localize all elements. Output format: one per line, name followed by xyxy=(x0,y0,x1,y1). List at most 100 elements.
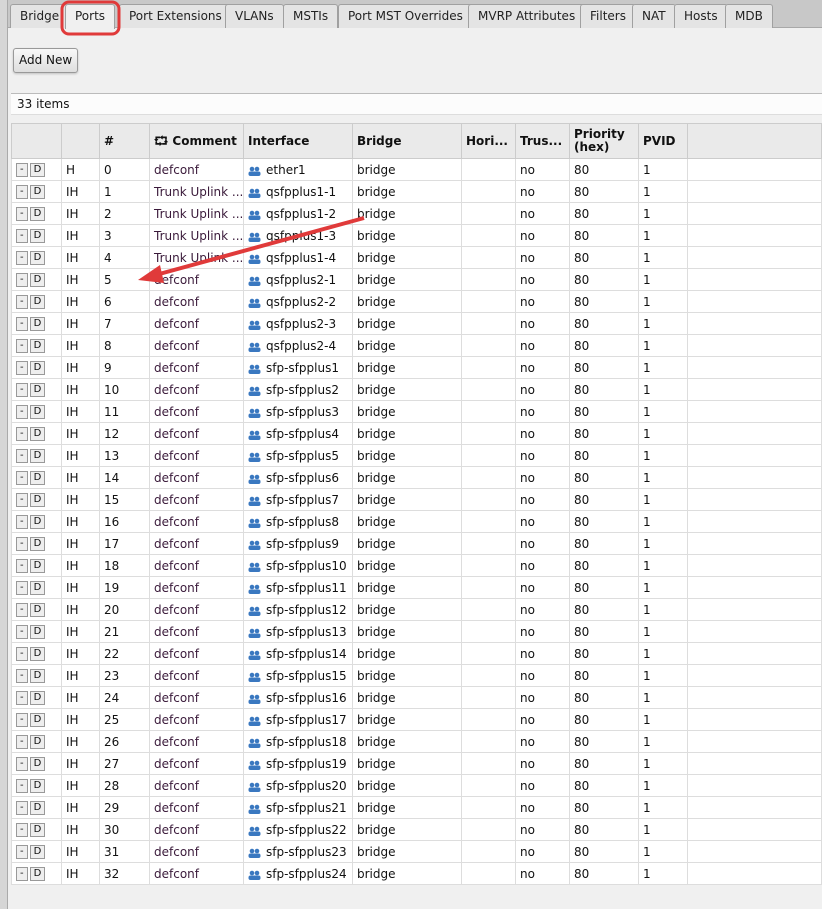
detail-button[interactable]: D xyxy=(29,404,46,419)
column-header[interactable]: Trus... xyxy=(515,123,570,159)
detail-button[interactable]: D xyxy=(29,294,46,309)
table-row[interactable]: - D IH 30 defconf sfp-sfpplus22 bridge no 80 1 xyxy=(11,818,822,841)
tab-mvrp-attributes[interactable]: MVRP Attributes xyxy=(468,4,586,28)
column-header[interactable]: Hori... xyxy=(461,123,516,159)
tab-hosts[interactable]: Hosts xyxy=(674,4,728,28)
disable-button[interactable]: - xyxy=(16,536,28,551)
disable-button[interactable]: - xyxy=(16,228,28,243)
disable-button[interactable]: - xyxy=(16,316,28,331)
disable-button[interactable]: - xyxy=(16,844,28,859)
disable-button[interactable]: - xyxy=(16,800,28,815)
detail-button[interactable]: D xyxy=(29,866,46,881)
table-row[interactable]: - D IH 11 defconf sfp-sfpplus3 bridge no 80 1 xyxy=(11,400,822,423)
table-row[interactable]: - D IH 8 defconf qsfpplus2-4 bridge no 80 1 xyxy=(11,334,822,357)
detail-button[interactable]: D xyxy=(29,844,46,859)
disable-button[interactable]: - xyxy=(16,734,28,749)
table-row[interactable]: - D IH 27 defconf sfp-sfpplus19 bridge no 80 1 xyxy=(11,752,822,775)
disable-button[interactable]: - xyxy=(16,162,28,177)
detail-button[interactable]: D xyxy=(29,580,46,595)
table-row[interactable]: - D IH 10 defconf sfp-sfpplus2 bridge no 80 1 xyxy=(11,378,822,401)
disable-button[interactable]: - xyxy=(16,778,28,793)
tab-mdb[interactable]: MDB xyxy=(725,4,773,28)
disable-button[interactable]: - xyxy=(16,492,28,507)
table-row[interactable]: - D IH 15 defconf sfp-sfpplus7 bridge no 80 1 xyxy=(11,488,822,511)
disable-button[interactable]: - xyxy=(16,294,28,309)
table-row[interactable]: - D IH 32 defconf sfp-sfpplus24 bridge no 80 1 xyxy=(11,862,822,885)
tab-port-extensions[interactable]: Port Extensions xyxy=(119,4,232,28)
detail-button[interactable]: D xyxy=(29,206,46,221)
disable-button[interactable]: - xyxy=(16,646,28,661)
detail-button[interactable]: D xyxy=(29,536,46,551)
column-header[interactable]: PVID xyxy=(638,123,688,159)
detail-button[interactable]: D xyxy=(29,162,46,177)
disable-button[interactable]: - xyxy=(16,272,28,287)
disable-button[interactable]: - xyxy=(16,404,28,419)
detail-button[interactable]: D xyxy=(29,712,46,727)
disable-button[interactable]: - xyxy=(16,426,28,441)
table-row[interactable]: - D H 0 defconf ether1 bridge no 80 1 xyxy=(11,158,822,181)
tab-nat[interactable]: NAT xyxy=(632,4,676,28)
detail-button[interactable]: D xyxy=(29,316,46,331)
column-header[interactable]: # xyxy=(99,123,150,159)
table-row[interactable]: - D IH 29 defconf sfp-sfpplus21 bridge no 80 1 xyxy=(11,796,822,819)
table-row[interactable]: - D IH 18 defconf sfp-sfpplus10 bridge no 80 1 xyxy=(11,554,822,577)
table-row[interactable]: - D IH 1 Trunk Uplink ... qsfpplus1-1 bridge no… xyxy=(11,180,822,203)
table-row[interactable]: - D IH 12 defconf sfp-sfpplus4 bridge no 80 1 xyxy=(11,422,822,445)
disable-button[interactable]: - xyxy=(16,250,28,265)
tab-ports[interactable]: Ports xyxy=(65,4,116,29)
table-row[interactable]: - D IH 21 defconf sfp-sfpplus13 bridge no 80 1 xyxy=(11,620,822,643)
table-row[interactable]: - D IH 25 defconf sfp-sfpplus17 bridge no 80 1 xyxy=(11,708,822,731)
disable-button[interactable]: - xyxy=(16,470,28,485)
column-header[interactable] xyxy=(687,123,822,159)
table-row[interactable]: - D IH 13 defconf sfp-sfpplus5 bridge no 80 1 xyxy=(11,444,822,467)
disable-button[interactable]: - xyxy=(16,514,28,529)
detail-button[interactable]: D xyxy=(29,184,46,199)
column-header[interactable]: Priority (hex) xyxy=(569,123,639,159)
detail-button[interactable]: D xyxy=(29,514,46,529)
disable-button[interactable]: - xyxy=(16,690,28,705)
detail-button[interactable]: D xyxy=(29,448,46,463)
disable-button[interactable]: - xyxy=(16,822,28,837)
tab-filters[interactable]: Filters xyxy=(580,4,636,28)
disable-button[interactable]: - xyxy=(16,382,28,397)
table-row[interactable]: - D IH 14 defconf sfp-sfpplus6 bridge no 80 1 xyxy=(11,466,822,489)
table-row[interactable]: - D IH 26 defconf sfp-sfpplus18 bridge no 80 1 xyxy=(11,730,822,753)
table-row[interactable]: - D IH 28 defconf sfp-sfpplus20 bridge no 80 1 xyxy=(11,774,822,797)
disable-button[interactable]: - xyxy=(16,360,28,375)
table-row[interactable]: - D IH 20 defconf sfp-sfpplus12 bridge no 80 1 xyxy=(11,598,822,621)
table-row[interactable]: - D IH 19 defconf sfp-sfpplus11 bridge no 80 1 xyxy=(11,576,822,599)
disable-button[interactable]: - xyxy=(16,448,28,463)
disable-button[interactable]: - xyxy=(16,866,28,881)
disable-button[interactable]: - xyxy=(16,580,28,595)
add-new-button[interactable]: Add New xyxy=(13,48,79,73)
table-row[interactable]: - D IH 6 defconf qsfpplus2-2 bridge no 80 1 xyxy=(11,290,822,313)
detail-button[interactable]: D xyxy=(29,668,46,683)
detail-button[interactable]: D xyxy=(29,734,46,749)
detail-button[interactable]: D xyxy=(29,426,46,441)
tab-vlans[interactable]: VLANs xyxy=(225,4,284,28)
table-row[interactable]: - D IH 4 Trunk Uplink ... qsfpplus1-4 bridge no… xyxy=(11,246,822,269)
detail-button[interactable]: D xyxy=(29,250,46,265)
table-row[interactable]: - D IH 9 defconf sfp-sfpplus1 bridge no 80 1 xyxy=(11,356,822,379)
tab-mstis[interactable]: MSTIs xyxy=(283,4,339,28)
detail-button[interactable]: D xyxy=(29,690,46,705)
column-header[interactable] xyxy=(11,123,62,159)
detail-button[interactable]: D xyxy=(29,228,46,243)
detail-button[interactable]: D xyxy=(29,338,46,353)
column-header[interactable]: ⮔ Comment xyxy=(149,123,244,159)
table-row[interactable]: - D IH 17 defconf sfp-sfpplus9 bridge no 80 1 xyxy=(11,532,822,555)
column-header[interactable] xyxy=(61,123,100,159)
table-row[interactable]: - D IH 2 Trunk Uplink ... qsfpplus1-2 bridge no… xyxy=(11,202,822,225)
tab-port-mst-overrides[interactable]: Port MST Overrides xyxy=(338,4,473,28)
disable-button[interactable]: - xyxy=(16,558,28,573)
table-row[interactable]: - D IH 16 defconf sfp-sfpplus8 bridge no 80 1 xyxy=(11,510,822,533)
table-row[interactable]: - D IH 22 defconf sfp-sfpplus14 bridge no 80 1 xyxy=(11,642,822,665)
table-row[interactable]: - D IH 5 defconf qsfpplus2-1 bridge no 80 1 xyxy=(11,268,822,291)
detail-button[interactable]: D xyxy=(29,756,46,771)
table-row[interactable]: - D IH 31 defconf sfp-sfpplus23 bridge no 80 1 xyxy=(11,840,822,863)
detail-button[interactable]: D xyxy=(29,272,46,287)
table-row[interactable]: - D IH 3 Trunk Uplink ... qsfpplus1-3 bridge no… xyxy=(11,224,822,247)
disable-button[interactable]: - xyxy=(16,184,28,199)
disable-button[interactable]: - xyxy=(16,338,28,353)
detail-button[interactable]: D xyxy=(29,360,46,375)
